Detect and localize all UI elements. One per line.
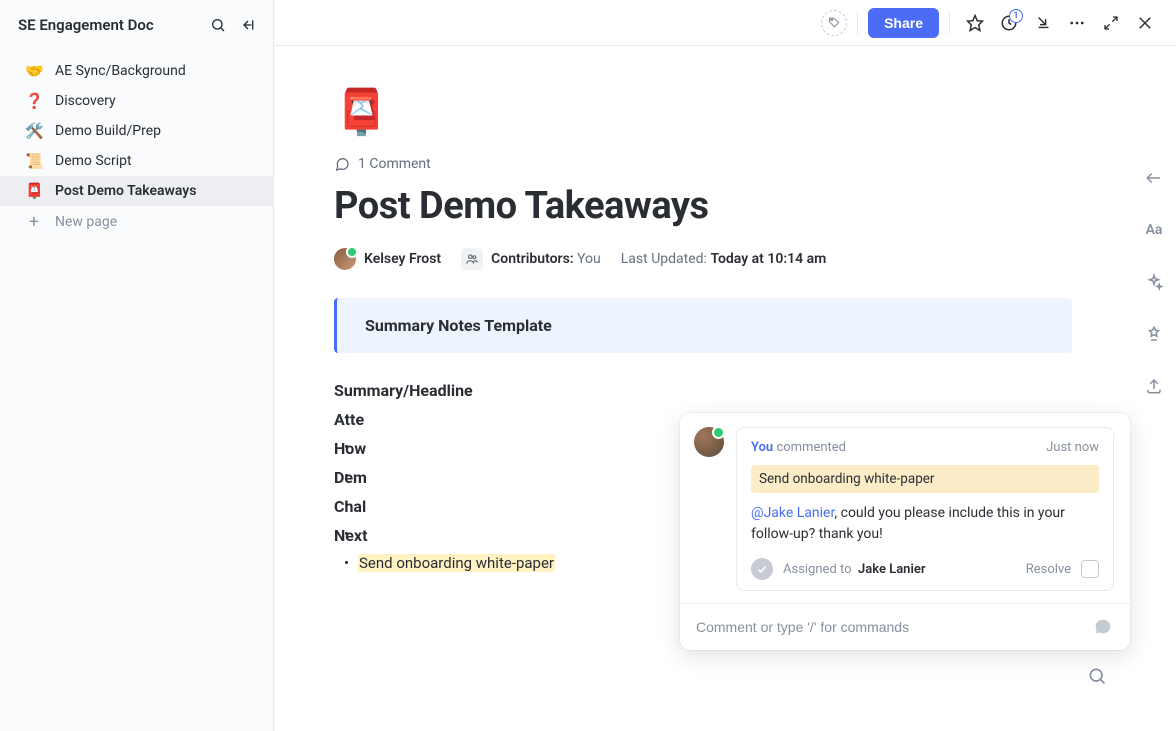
sidebar-item-demo-build[interactable]: 🛠️ Demo Build/Prep [0,116,273,146]
last-updated-value: Today at 10:14 am [710,251,826,267]
indent-icon[interactable] [1140,164,1168,192]
more-icon[interactable] [1062,8,1092,38]
expand-icon[interactable] [1096,8,1126,38]
tools-icon: 🛠️ [25,122,43,140]
meta-row: Kelsey Frost Contributors: You Last Upda… [334,248,1072,270]
handshake-icon: 🤝 [25,62,43,80]
right-rail: Aa [1132,46,1176,731]
postbox-icon: 📮 [25,182,43,200]
assigned-label: Assigned to [783,562,852,577]
avatar [694,427,724,457]
callout-title: Summary Notes Template [365,316,1044,335]
ai-sparkle-icon[interactable] [1140,268,1168,296]
comment-message: @Jake Lanier, could you please include t… [751,503,1099,545]
sidebar-item-post-demo[interactable]: 📮 Post Demo Takeaways [0,176,273,206]
comment-count[interactable]: 1 Comment [334,156,1072,172]
author-chip[interactable]: Kelsey Frost [334,248,441,270]
sidebar-item-label: New page [55,214,117,230]
typography-icon[interactable]: Aa [1140,216,1168,244]
sidebar-new-page[interactable]: + New page [0,206,273,238]
comment-card: You commented Just now Send onboarding w… [736,427,1114,591]
main: Share 1 📮 1 Comment Post D [274,0,1176,731]
sidebar-item-label: AE Sync/Background [55,63,186,79]
comment-verb: commented [776,440,846,455]
sidebar: SE Engagement Doc 🤝 AE Sync/Background ❓… [0,0,274,731]
sidebar-header: SE Engagement Doc [0,0,273,50]
contributors-chip[interactable]: Contributors: You [461,248,601,270]
author-name: Kelsey Frost [364,251,441,267]
resolve-checkbox[interactable] [1081,560,1099,578]
mention[interactable]: @Jake Lanier [751,505,834,521]
comment-count-text: 1 Comment [358,156,431,172]
highlighted-text: Send onboarding white-paper [358,554,555,572]
comment-time: Just now [1046,440,1099,455]
avatar [334,248,356,270]
sidebar-item-label: Discovery [55,93,116,109]
comment-footer: Assigned to Jake Lanier Resolve [751,555,1099,580]
people-icon [461,248,483,270]
collapse-sidebar-icon[interactable] [237,14,259,36]
sidebar-item-discovery[interactable]: ❓ Discovery [0,86,273,116]
nav-list: 🤝 AE Sync/Background ❓ Discovery 🛠️ Demo… [0,50,273,238]
last-updated-label: Last Updated: [621,251,707,267]
share-button[interactable]: Share [868,8,939,38]
comment-reply-input[interactable] [696,619,1082,635]
assigned-name: Jake Lanier [858,562,926,577]
comment-icon [334,156,350,172]
topbar: Share 1 [274,0,1176,46]
upload-icon[interactable] [1140,372,1168,400]
sidebar-item-label: Demo Script [55,153,132,169]
doc-title: SE Engagement Doc [18,16,199,34]
notification-badge: 1 [1009,9,1023,23]
contributors-value: You [577,251,601,267]
floating-search-icon[interactable] [1082,661,1112,691]
sidebar-item-demo-script[interactable]: 📜 Demo Script [0,146,273,176]
sidebar-item-label: Demo Build/Prep [55,123,161,139]
page-emoji[interactable]: 📮 [334,86,389,138]
plus-icon: + [25,212,43,232]
sidebar-item-label: Post Demo Takeaways [55,183,196,199]
question-icon: ❓ [25,92,43,110]
send-icon[interactable] [1092,616,1114,638]
sidebar-item-ae-sync[interactable]: 🤝 AE Sync/Background [0,56,273,86]
section-heading: Summary/Headline [334,381,1072,400]
download-icon[interactable] [1028,8,1058,38]
star-icon[interactable] [960,8,990,38]
page-title[interactable]: Post Demo Takeaways [334,184,1072,228]
separator [949,12,950,34]
close-icon[interactable] [1130,8,1160,38]
tag-icon[interactable] [821,10,847,36]
template-icon[interactable] [1140,320,1168,348]
comment-header: You commented Just now [751,440,1099,455]
check-icon [751,558,773,580]
resolve-button[interactable]: Resolve [1026,562,1071,577]
scroll-icon: 📜 [25,152,43,170]
last-updated: Last Updated: Today at 10:14 am [621,251,827,267]
comment-reply-row [680,603,1130,650]
search-icon[interactable] [207,14,229,36]
separator [857,12,858,34]
comment-quote: Send onboarding white-paper [751,465,1099,493]
activity-bell-icon[interactable]: 1 [994,8,1024,38]
comment-popover: You commented Just now Send onboarding w… [680,413,1130,650]
contributors-label: Contributors: [491,251,573,267]
comment-author: You [751,440,773,455]
callout[interactable]: Summary Notes Template [334,298,1072,353]
